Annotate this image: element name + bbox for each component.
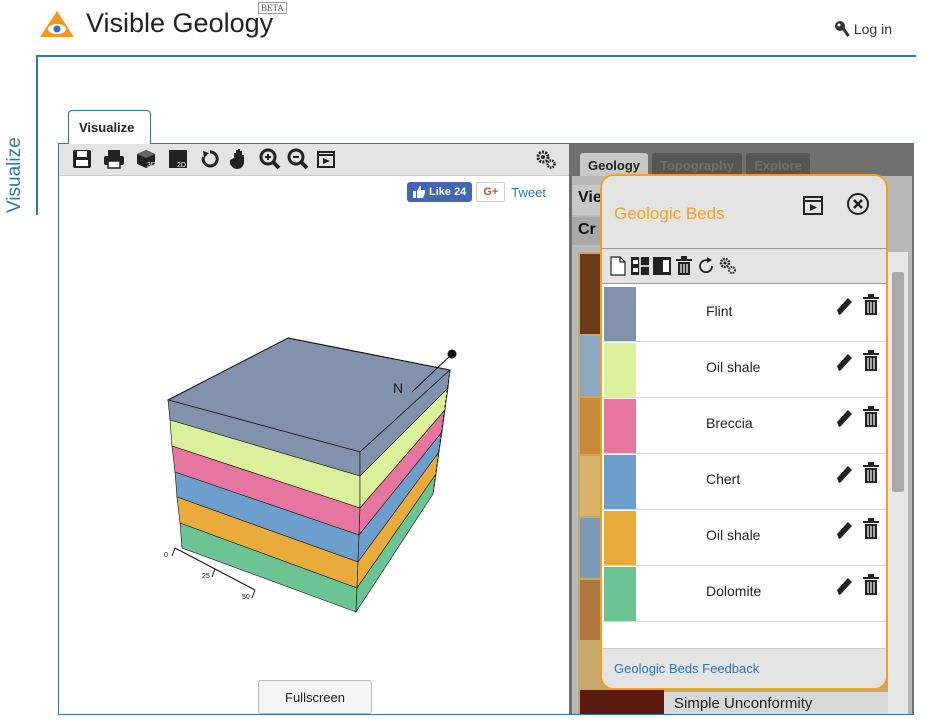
save-icon[interactable] [71,148,93,170]
google-plus-button[interactable]: G+ [476,182,506,202]
split-view-icon[interactable] [652,254,672,278]
bed-color-swatch[interactable] [604,343,636,397]
section-label-visualize[interactable]: Visualize [4,137,26,213]
settings-gears-icon[interactable] [718,254,738,278]
presentation-icon[interactable] [315,148,337,170]
eye-triangle-logo-icon [40,10,74,37]
north-label: N [393,380,403,396]
bed-color-swatch[interactable] [604,287,636,341]
scale-label-0: 0 [164,552,168,559]
close-icon[interactable] [846,192,870,216]
new-bed-icon[interactable] [608,254,628,278]
bed-row[interactable]: Flint [602,286,886,342]
presentation-icon[interactable] [802,194,824,216]
right-pane-tabs: Geology Topography Explore [580,153,810,176]
app-logo[interactable]: Visible Geology [38,8,273,39]
bed-color-swatch[interactable] [604,399,636,453]
2d-view-icon[interactable]: 2D [167,148,189,170]
fullscreen-button[interactable]: Fullscreen [258,680,372,714]
rotate-icon[interactable] [199,148,221,170]
tab-visualize[interactable]: Visualize [68,110,151,144]
header-divider [36,55,916,57]
tab-geology[interactable]: Geology [580,153,649,176]
visualize-toolbar: 3D 2D [59,144,569,176]
3d-view-icon[interactable]: 3D [135,148,157,170]
trash-icon[interactable] [862,406,880,428]
trash-icon[interactable] [862,518,880,540]
panel-header: Geologic Beds [602,176,886,248]
bed-name: Chert [706,471,741,487]
edit-pencil-icon[interactable] [836,464,854,484]
refresh-icon[interactable] [696,254,716,278]
beta-badge: BETA [258,2,287,14]
bed-row[interactable]: Dolomite [602,566,886,622]
bed-color-swatch[interactable] [604,455,636,509]
trash-icon[interactable] [674,254,694,278]
edit-pencil-icon[interactable] [836,520,854,540]
trash-icon[interactable] [862,294,880,316]
bed-name: Oil shale [706,359,761,375]
login-link[interactable]: Log in [834,20,892,38]
edit-pencil-icon[interactable] [836,296,854,316]
settings-gears-icon[interactable] [535,148,557,170]
example-item-simple-unconformity[interactable]: Simple Unconformity [664,692,890,714]
scrollbar-thumb[interactable] [892,272,904,492]
bed-row[interactable]: Oil shale [602,510,886,566]
bed-row[interactable]: Breccia [602,398,886,454]
bed-row[interactable]: Chert [602,454,886,510]
tweet-link[interactable]: Tweet [511,185,546,200]
bed-name: Flint [706,303,733,319]
edit-pencil-icon[interactable] [836,352,854,372]
tab-explore[interactable]: Explore [746,153,810,176]
pan-hand-icon[interactable] [229,148,251,170]
facebook-like-button[interactable]: Like 24 [407,182,473,202]
trash-icon[interactable] [862,350,880,372]
feedback-link[interactable]: Geologic Beds Feedback [614,661,759,676]
trash-icon[interactable] [862,574,880,596]
login-label: Log in [853,21,892,37]
scale-label-25: 25 [202,573,210,580]
app-title: Visible Geology [86,8,274,38]
bed-name: Breccia [706,415,753,431]
panel-title: Geologic Beds [614,204,725,223]
panel-footer: Geologic Beds Feedback [602,648,886,688]
north-arrow-handle [447,349,457,359]
beds-toolbar [602,248,886,284]
bed-row[interactable]: Oil shale [602,342,886,398]
trash-icon[interactable] [862,462,880,484]
bed-color-swatch[interactable] [604,511,636,565]
geology-block-model[interactable]: N 0 25 50 [150,330,480,630]
example-thumbnail[interactable] [580,690,664,714]
social-buttons: Like 24 G+ Tweet [407,182,546,202]
svg-text:2D: 2D [177,162,186,169]
scale-label-50: 50 [242,594,250,601]
bed-name: Dolomite [706,583,762,599]
key-icon [834,21,850,37]
edit-pencil-icon[interactable] [836,576,854,596]
bed-name: Oil shale [706,527,761,543]
tab-topography[interactable]: Topography [652,153,743,176]
edit-pencil-icon[interactable] [836,408,854,428]
select-all-icon[interactable] [630,254,650,278]
geologic-beds-panel: Geologic Beds Flint Oil shale Breccia Ch… [600,174,888,690]
svg-text:3D: 3D [147,162,156,169]
sidebar-divider [36,55,38,215]
zoom-out-icon[interactable] [287,148,309,170]
facebook-like-label: Like 24 [429,186,467,198]
print-icon[interactable] [103,148,125,170]
bed-color-swatch[interactable] [604,567,636,621]
zoom-in-icon[interactable] [259,148,281,170]
thumbs-up-icon [413,186,425,198]
